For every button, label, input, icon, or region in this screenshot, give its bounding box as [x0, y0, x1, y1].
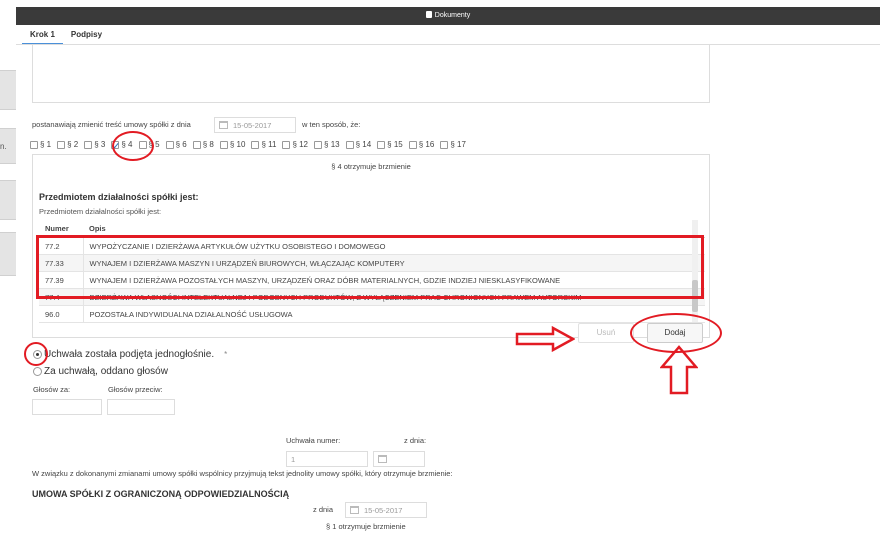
cell-desc: POZOSTAŁA INDYWIDUALNA DZIAŁALNOŚĆ USŁUG…	[83, 305, 705, 323]
checkbox-icon[interactable]	[251, 140, 260, 149]
paragraph-checkbox-15[interactable]: § 15	[377, 140, 403, 149]
votes-option-label: Za uchwałą, oddano głosów	[44, 366, 168, 377]
paragraph-1-heading: § 1 otrzymuje brzmienie	[326, 522, 406, 531]
resolution-number-input[interactable]: 1	[286, 451, 368, 467]
checkbox-label: § 6	[175, 140, 187, 149]
annotation-circle-radio	[24, 342, 48, 366]
window-titlebar: Dokumenty	[16, 7, 880, 25]
paragraph-checkbox-3[interactable]: § 3	[84, 140, 105, 149]
checkbox-label: § 2	[67, 140, 79, 149]
checkbox-label: § 12	[292, 140, 309, 149]
checkbox-label: § 13	[324, 140, 340, 149]
votes-against-input[interactable]	[107, 399, 175, 415]
checkbox-icon[interactable]	[165, 140, 174, 149]
contract-date-value: 15-05-2017	[233, 121, 272, 130]
checkbox-icon[interactable]	[282, 140, 291, 149]
intro-text-after: w ten sposób, że:	[302, 120, 361, 129]
annotation-highlight-rectangle	[36, 235, 704, 299]
paragraph-checkbox-13[interactable]: § 13	[314, 140, 340, 149]
checkbox-icon[interactable]	[345, 140, 354, 149]
votes-for-input[interactable]	[32, 399, 102, 415]
contract-date-label: z dnia	[313, 505, 334, 514]
checkbox-label: § 11	[261, 140, 277, 149]
consolidated-text-note: W związku z dokonanymi zmianami umowy sp…	[32, 469, 453, 478]
radio-icon[interactable]	[33, 367, 42, 376]
section-subtitle: Przedmiotem działalności spółki jest:	[39, 207, 162, 216]
unanimous-label: Uchwała została podjęta jednogłośnie.	[44, 349, 215, 360]
calendar-icon	[378, 455, 387, 463]
paragraph-checkbox-10[interactable]: § 10	[219, 140, 246, 149]
left-panel: n.	[0, 0, 16, 540]
resolution-date-label: z dnia:	[404, 436, 427, 445]
cell-num: 96.0	[39, 305, 84, 323]
left-panel-block	[0, 70, 16, 110]
checkbox-icon[interactable]	[57, 140, 66, 149]
checkbox-label: § 10	[229, 140, 246, 149]
paragraph-checkbox-14[interactable]: § 14	[345, 140, 372, 149]
left-panel-block	[0, 232, 16, 276]
checkbox-label: § 3	[94, 140, 106, 149]
contract-date-field[interactable]: 15-05-2017	[214, 117, 296, 133]
checkbox-icon[interactable]	[219, 140, 228, 149]
paragraph-checkboxes: § 1 § 2 § 3 § 4 § 5 § 6 § 8 § 10 § 11 § …	[30, 140, 472, 149]
checkbox-icon[interactable]	[408, 140, 417, 149]
resolution-number-label: Uchwała numer:	[286, 436, 341, 445]
resolution-date-field[interactable]	[373, 451, 425, 467]
paragraph-checkbox-17[interactable]: § 17	[440, 140, 466, 149]
paragraph-checkbox-11[interactable]: § 11	[251, 140, 276, 149]
contract-title: UMOWA SPÓŁKI Z OGRANICZONĄ ODPOWIEDZIALN…	[32, 489, 290, 499]
annotation-circle-checkbox	[112, 131, 154, 161]
checkbox-icon[interactable]	[30, 140, 38, 149]
paragraph-checkbox-16[interactable]: § 16	[408, 140, 435, 149]
paragraph-checkbox-8[interactable]: § 8	[192, 140, 214, 149]
tab-krok-1[interactable]: Krok 1	[22, 25, 63, 45]
paragraph-checkbox-1[interactable]: § 1	[30, 140, 51, 149]
checkbox-label: § 15	[387, 140, 403, 149]
tab-podpisy[interactable]: Podpisy	[63, 25, 110, 45]
contract-text-date-value: 15-05-2017	[364, 506, 403, 515]
annotation-arrow-up-icon	[660, 345, 698, 395]
checkbox-icon[interactable]	[377, 140, 386, 149]
checkbox-icon[interactable]	[440, 140, 449, 149]
intro-text: postanawiają zmienić treść umowy spółki …	[32, 120, 191, 129]
section-title: Przedmiotem działalności spółki jest:	[39, 192, 199, 202]
left-panel-block	[0, 180, 16, 220]
checkbox-icon[interactable]	[192, 140, 201, 149]
window-title: Dokumenty	[434, 12, 471, 19]
contract-text-date-field[interactable]: 15-05-2017	[345, 502, 427, 518]
checkbox-label: § 14	[355, 140, 372, 149]
checkbox-icon[interactable]	[314, 140, 323, 149]
checkbox-icon[interactable]	[84, 140, 93, 149]
checkbox-label: § 17	[450, 140, 466, 149]
calendar-icon	[350, 506, 359, 514]
required-marker: *	[224, 350, 228, 359]
paragraph-checkbox-12[interactable]: § 12	[282, 140, 308, 149]
checkbox-label: § 16	[418, 140, 435, 149]
paragraph-checkbox-2[interactable]: § 2	[57, 140, 78, 149]
document-icon	[425, 11, 432, 18]
remove-button[interactable]: Usuń	[578, 323, 634, 343]
unanimous-option[interactable]: Uchwała została podjęta jednogłośnie. *	[33, 349, 227, 360]
left-panel-fragment: n.	[0, 142, 7, 151]
votes-option[interactable]: Za uchwałą, oddano głosów	[33, 366, 168, 377]
checkbox-label: § 1	[40, 140, 52, 149]
annotation-arrow-right-icon	[515, 326, 575, 352]
text-editor-area[interactable]	[32, 45, 710, 103]
calendar-icon	[219, 121, 228, 129]
checkbox-label: § 8	[202, 140, 214, 149]
votes-for-label: Głosów za:	[33, 385, 71, 394]
tab-bar: Krok 1 Podpisy	[22, 25, 110, 45]
votes-against-label: Głosów przeciw:	[108, 385, 163, 394]
table-row[interactable]: 96.0 POZOSTAŁA INDYWIDUALNA DZIAŁALNOŚĆ U…	[39, 305, 705, 323]
paragraph-checkbox-6[interactable]: § 6	[165, 140, 187, 149]
